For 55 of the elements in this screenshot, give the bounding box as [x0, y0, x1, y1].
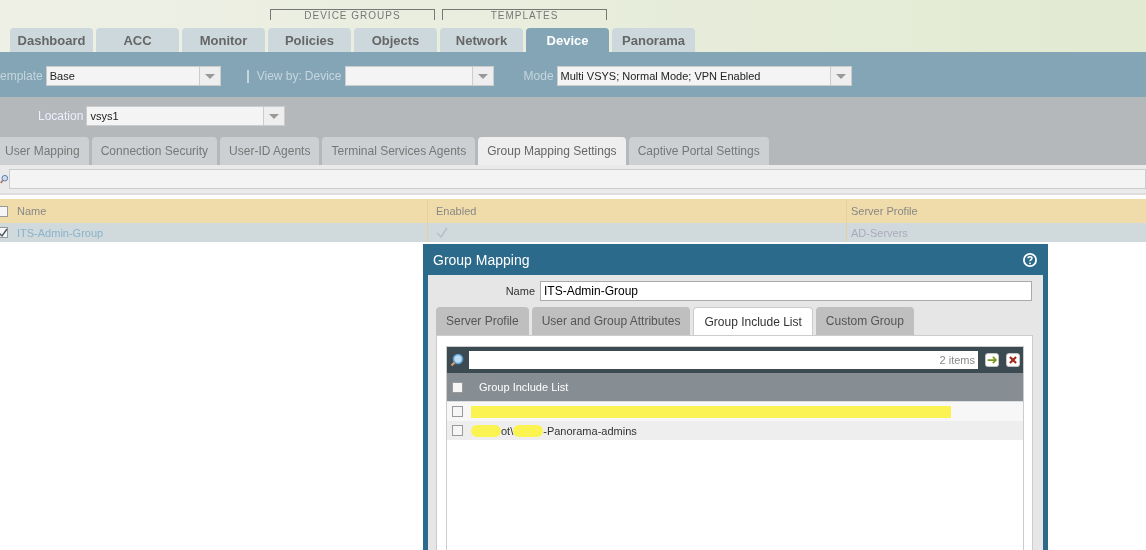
column-header: Group Include List	[479, 381, 569, 393]
nav-tab[interactable]: Monitor	[182, 28, 265, 52]
dialog-title: Group Mapping	[433, 251, 530, 268]
filter-field[interactable]	[9, 169, 1146, 189]
row-checkbox[interactable]	[452, 425, 463, 436]
dialog-tab[interactable]: Server Profile	[436, 307, 529, 335]
nav-tab[interactable]: Device	[526, 28, 609, 52]
sub-tab[interactable]: Terminal Services Agents	[322, 137, 476, 165]
group-entry-text: -Panorama-admins	[543, 424, 637, 437]
nav-tab[interactable]: Policies	[268, 28, 351, 52]
template-label: emplate	[0, 69, 43, 83]
device-label: Device	[304, 69, 342, 83]
list-filter-field[interactable]: 2 items	[469, 351, 978, 369]
sub-tab[interactable]: User-ID Agents	[220, 137, 320, 165]
location-select[interactable]: vsys1	[86, 106, 286, 126]
caret-icon	[263, 107, 285, 125]
row-checkbox[interactable]	[452, 406, 463, 417]
nav-tab[interactable]: Panorama	[612, 28, 695, 52]
nav-tab[interactable]: ACC	[96, 28, 179, 52]
caret-icon	[471, 67, 493, 85]
tab-group-label: DEVICE GROUPS	[270, 9, 435, 20]
select-all-checkbox[interactable]	[452, 381, 463, 393]
clear-filter-icon[interactable]	[1006, 353, 1020, 367]
nav-tab[interactable]: Network	[440, 28, 523, 52]
caret-icon	[829, 67, 851, 85]
dialog-tab[interactable]: Custom Group	[815, 307, 914, 335]
caret-icon	[198, 67, 220, 85]
template-select[interactable]: Base	[45, 66, 221, 86]
tab-group-label: TEMPLATES	[442, 9, 607, 20]
name-field[interactable]: ITS-Admin-Group	[540, 281, 1032, 301]
view-by-label: View by:	[256, 69, 302, 83]
column-header: Name	[17, 205, 47, 217]
help-icon[interactable]	[1022, 251, 1038, 268]
redaction-mark	[513, 424, 544, 437]
redaction-mark	[471, 424, 501, 437]
group-entry-text: ot\	[501, 424, 514, 437]
mode-label: Mode	[523, 69, 554, 83]
dialog-tab[interactable]: Group Include List	[693, 307, 813, 335]
search-icon	[0, 173, 8, 185]
mode-select[interactable]: Multi VSYS; Normal Mode; VPN Enabled	[556, 66, 852, 86]
nav-tab[interactable]: Dashboard	[10, 28, 93, 52]
sub-tab[interactable]: Captive Portal Settings	[628, 137, 769, 165]
sub-tab[interactable]: Connection Security	[91, 137, 218, 165]
search-icon	[450, 353, 464, 367]
select-all-checkbox[interactable]	[0, 205, 8, 217]
row-checkbox[interactable]	[0, 227, 8, 238]
apply-filter-icon[interactable]	[985, 353, 999, 367]
dialog-tab[interactable]: User and Group Attributes	[531, 307, 691, 335]
sub-tab[interactable]: Group Mapping Settings	[478, 137, 626, 165]
nav-tab[interactable]: Objects	[354, 28, 437, 52]
column-header: Enabled	[436, 205, 477, 217]
name-label: Name	[504, 285, 535, 297]
column-header: Server Profile	[851, 205, 918, 217]
location-label: Location	[38, 109, 84, 123]
sub-tab[interactable]: User Mapping	[0, 137, 89, 165]
